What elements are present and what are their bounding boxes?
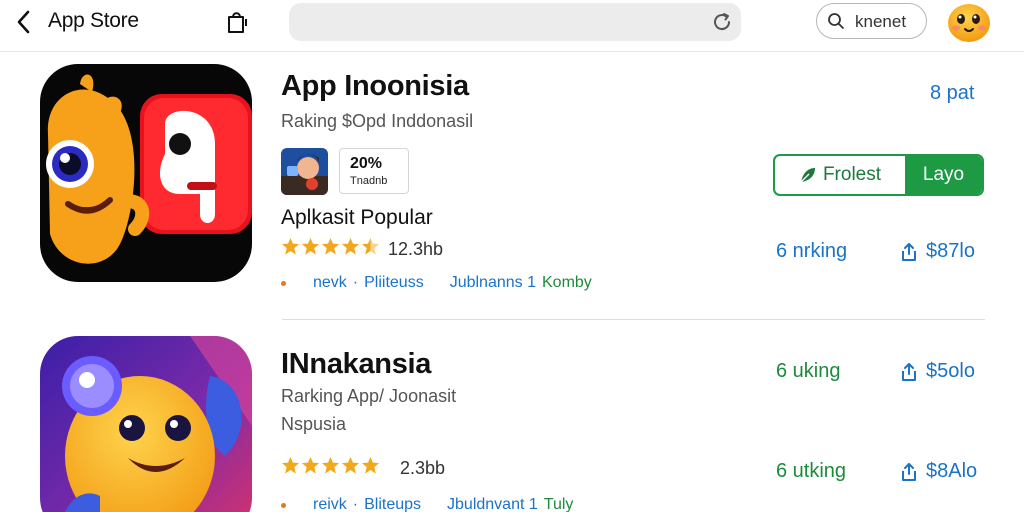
meta-tag[interactable]: nevk: [313, 274, 347, 292]
share-stat-label: $8Alo: [926, 460, 978, 482]
star-half-icon: [361, 237, 380, 255]
share-icon: [902, 462, 916, 481]
share-icon: [902, 362, 916, 381]
ranking-badge: 20% Tnadnb: [339, 148, 409, 194]
account-label: knenet: [855, 12, 907, 31]
app-subtitle: Rarking App/ Joonasit: [281, 386, 457, 406]
meta-separator: ·: [352, 496, 359, 512]
row-divider: [282, 319, 985, 320]
rating-count: 12.3hb: [388, 239, 444, 259]
meta-tag[interactable]: Bliteups: [364, 496, 421, 512]
page-title: App Store: [48, 9, 139, 32]
meta-tag[interactable]: Jbuldnvant 1: [447, 496, 538, 512]
star-rating: [281, 456, 380, 475]
star-icon: [301, 456, 320, 474]
ranking-percent: 20%: [350, 155, 383, 172]
meta-tag[interactable]: Jublnanns 1: [450, 274, 536, 292]
leaf-icon: [800, 168, 815, 183]
ranking-stat[interactable]: 6 utking: [776, 460, 846, 483]
magnifier-icon: [828, 13, 844, 29]
ranking-stat-label: 6 utking: [776, 460, 847, 482]
meta-tag[interactable]: reivk: [313, 496, 347, 512]
star-icon: [301, 237, 320, 255]
app-meta: nevk · Pliiteuss Jublnanns 1 Komby: [281, 274, 592, 292]
ranking-stat[interactable]: 6 nrking: [776, 240, 847, 263]
shopping-bag-icon[interactable]: [224, 9, 250, 35]
app-subtitle-secondary: Nspusia: [281, 414, 347, 434]
share-stat[interactable]: $8Alo: [900, 460, 977, 483]
star-icon: [341, 456, 360, 474]
share-stat[interactable]: $5olo: [900, 360, 975, 383]
ranking-stat[interactable]: 6 uking: [776, 360, 841, 383]
star-rating: [281, 237, 380, 256]
avatar[interactable]: [946, 1, 992, 43]
app-price[interactable]: 8 pat: [930, 82, 974, 105]
forest-button-label: Frolest: [822, 164, 882, 185]
share-stat-label: $5olo: [926, 360, 975, 382]
meta-separator: ·: [352, 274, 359, 291]
ranking-stat-label: 6 nrking: [776, 240, 848, 262]
app-icon-mascot[interactable]: [40, 64, 252, 282]
star-icon: [361, 456, 380, 474]
action-button-group: Frolest Layo: [773, 154, 984, 196]
star-icon: [341, 237, 360, 255]
meta-tag[interactable]: Pliiteuss: [364, 274, 424, 292]
ranking-sub: Tnadnb: [350, 175, 388, 187]
share-stat[interactable]: $87lo: [900, 240, 975, 263]
share-icon: [902, 242, 916, 261]
back-chevron-icon[interactable]: [12, 8, 36, 36]
app-meta: reivk · Bliteups Jbuldnvant 1 Tuly: [281, 496, 573, 512]
app-row-2[interactable]: INnakansia Rarking App/ Joonasit Nspusia…: [0, 322, 1024, 512]
app-icon-mascot[interactable]: [40, 336, 252, 512]
star-icon: [281, 237, 300, 255]
star-icon: [281, 456, 300, 474]
bullet-dot: [281, 502, 286, 508]
app-name[interactable]: INnakansia: [281, 348, 431, 381]
app-row-1[interactable]: App Inoonisia Raking $Opd Inddonasil 8 p…: [0, 56, 1024, 320]
top-bar: App Store knenet: [0, 0, 1024, 52]
forest-button[interactable]: Frolest: [775, 156, 905, 194]
bullet-dot: [281, 280, 286, 286]
mini-app-icon[interactable]: [281, 148, 328, 195]
meta-tag[interactable]: Tuly: [544, 496, 574, 512]
meta-tag[interactable]: Komby: [542, 274, 592, 292]
share-stat-label: $87lo: [926, 240, 975, 262]
ranking-stat-label: 6 uking: [776, 360, 841, 382]
install-button[interactable]: Layo: [905, 156, 982, 194]
star-icon: [321, 237, 340, 255]
app-category[interactable]: Aplkasit Popular: [281, 206, 433, 230]
search-input[interactable]: [289, 3, 741, 41]
app-name[interactable]: App Inoonisia: [281, 70, 469, 103]
app-subtitle: Raking $Opd Inddonasil: [281, 111, 474, 131]
refresh-icon[interactable]: [711, 11, 733, 33]
rating-count: 2.3bb: [400, 458, 446, 478]
star-icon: [321, 456, 340, 474]
account-search-pill[interactable]: knenet: [816, 3, 927, 39]
